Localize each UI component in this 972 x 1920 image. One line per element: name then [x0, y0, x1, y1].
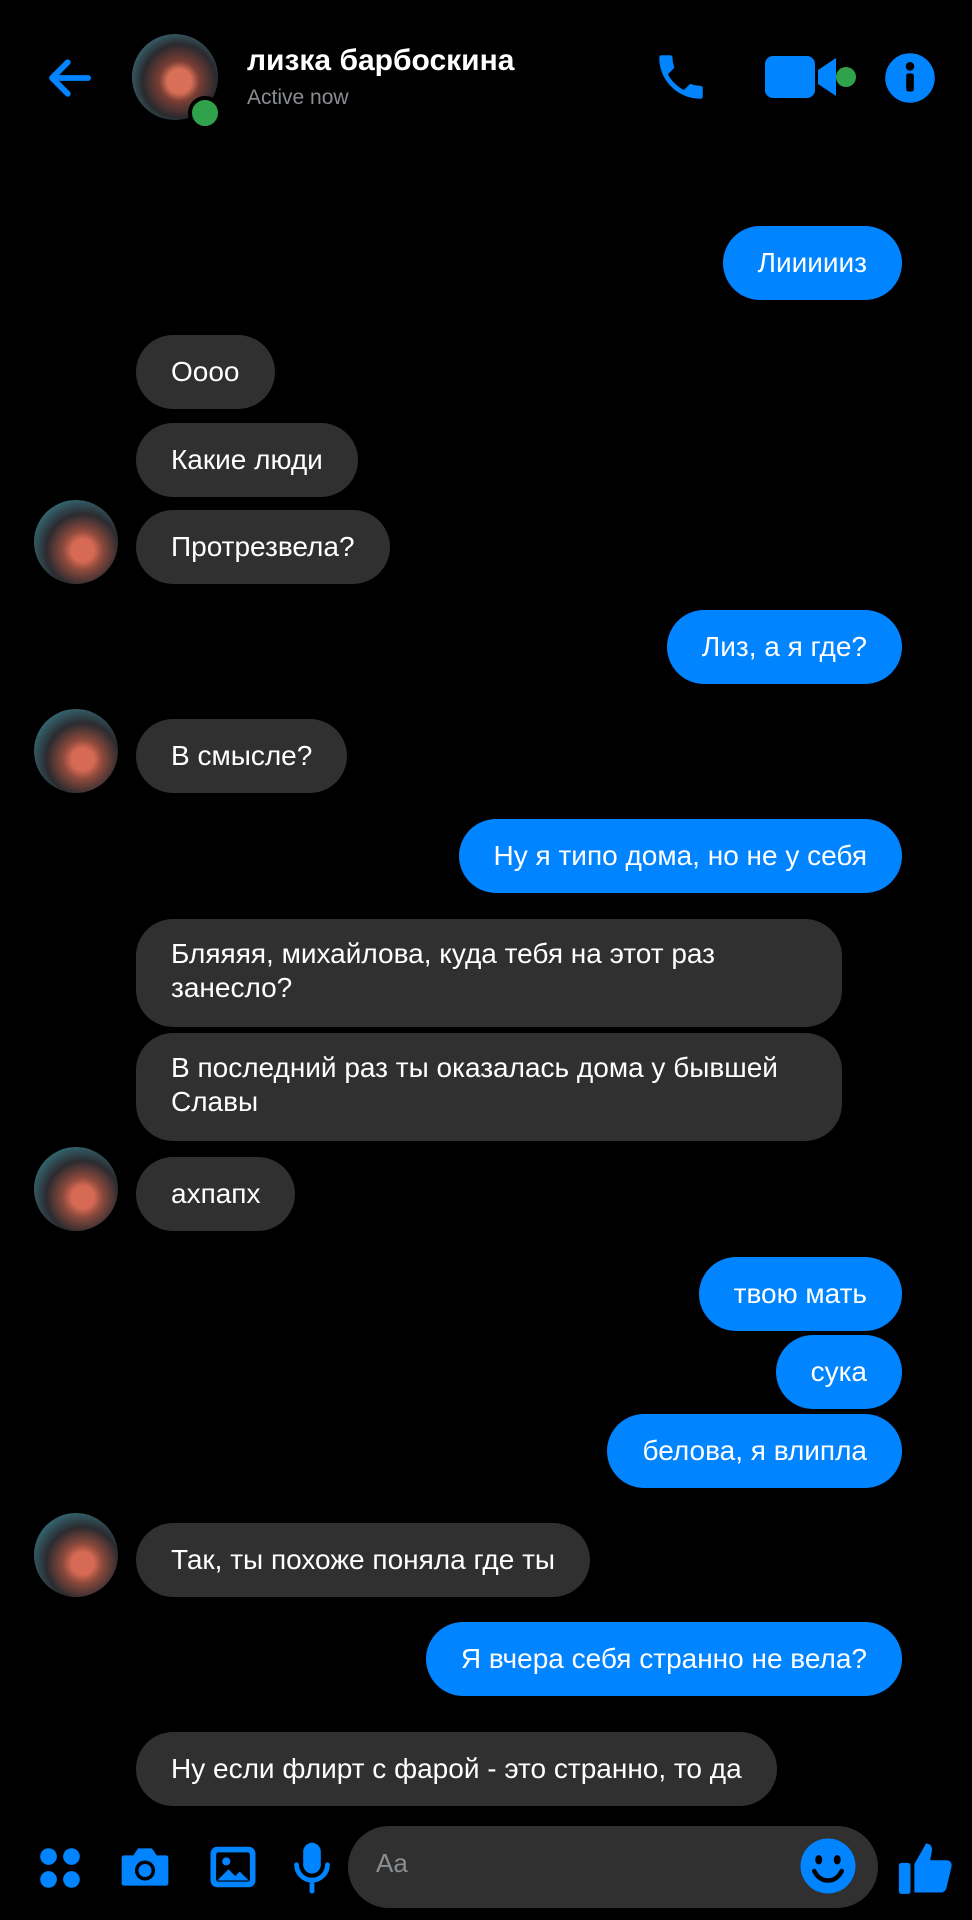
video-call-button[interactable]	[760, 50, 860, 106]
thumbs-up-icon	[898, 1843, 952, 1894]
gallery-button[interactable]	[202, 1836, 264, 1898]
message-outgoing[interactable]: сука	[775, 1335, 902, 1409]
emoji-icon	[800, 1838, 856, 1894]
like-button[interactable]	[892, 1832, 960, 1904]
message-input-placeholder: Aa	[376, 1848, 408, 1878]
back-arrow-icon	[49, 59, 91, 97]
message-incoming[interactable]: Так, ты похоже поняла где ты	[136, 1523, 591, 1597]
camera-button[interactable]	[114, 1836, 176, 1898]
apps-icon	[40, 1848, 80, 1888]
message-incoming[interactable]: В смысле?	[136, 719, 348, 793]
contact-avatar-small[interactable]	[34, 709, 118, 793]
message-outgoing[interactable]: Лиииииз	[722, 226, 902, 300]
contact-avatar-small[interactable]	[34, 500, 118, 584]
message-incoming[interactable]: Бляяяя, михайлова, куда тебя на этот раз…	[136, 919, 842, 1027]
message-outgoing[interactable]: Ну я типо дома, но не у себя	[458, 819, 902, 893]
message-incoming[interactable]: ахпапх	[136, 1157, 296, 1231]
info-icon	[885, 53, 935, 103]
contact-avatar-small[interactable]	[34, 1147, 118, 1231]
emoji-button[interactable]	[796, 1834, 860, 1898]
message-incoming[interactable]: Протрезвела?	[136, 510, 390, 584]
apps-button[interactable]	[30, 1838, 90, 1898]
message-outgoing[interactable]: твою мать	[698, 1257, 902, 1331]
info-button[interactable]	[880, 48, 940, 108]
microphone-button[interactable]	[284, 1836, 340, 1898]
microphone-icon	[294, 1842, 330, 1894]
gallery-icon	[210, 1846, 256, 1888]
message-incoming[interactable]: Оооо	[136, 335, 275, 409]
online-indicator	[188, 96, 222, 130]
message-outgoing[interactable]: Я вчера себя странно не вела?	[425, 1622, 902, 1696]
back-button[interactable]	[40, 48, 100, 108]
call-button[interactable]	[648, 44, 714, 110]
contact-avatar-small[interactable]	[34, 1513, 118, 1597]
message-incoming[interactable]: Ну если флирт с фарой - это странно, то …	[136, 1732, 777, 1806]
phone-icon	[659, 55, 703, 99]
contact-name[interactable]: лизка барбоскина	[247, 44, 514, 78]
video-camera-icon	[765, 56, 856, 98]
message-outgoing[interactable]: Лиз, а я где?	[666, 610, 902, 684]
message-incoming[interactable]: В последний раз ты оказалась дома у бывш…	[136, 1033, 842, 1141]
message-input[interactable]: Aa	[348, 1826, 878, 1908]
message-incoming[interactable]: Какие люди	[136, 423, 358, 497]
contact-status: Active now	[247, 86, 349, 109]
message-outgoing[interactable]: белова, я влипла	[607, 1414, 902, 1488]
camera-icon	[121, 1848, 169, 1886]
